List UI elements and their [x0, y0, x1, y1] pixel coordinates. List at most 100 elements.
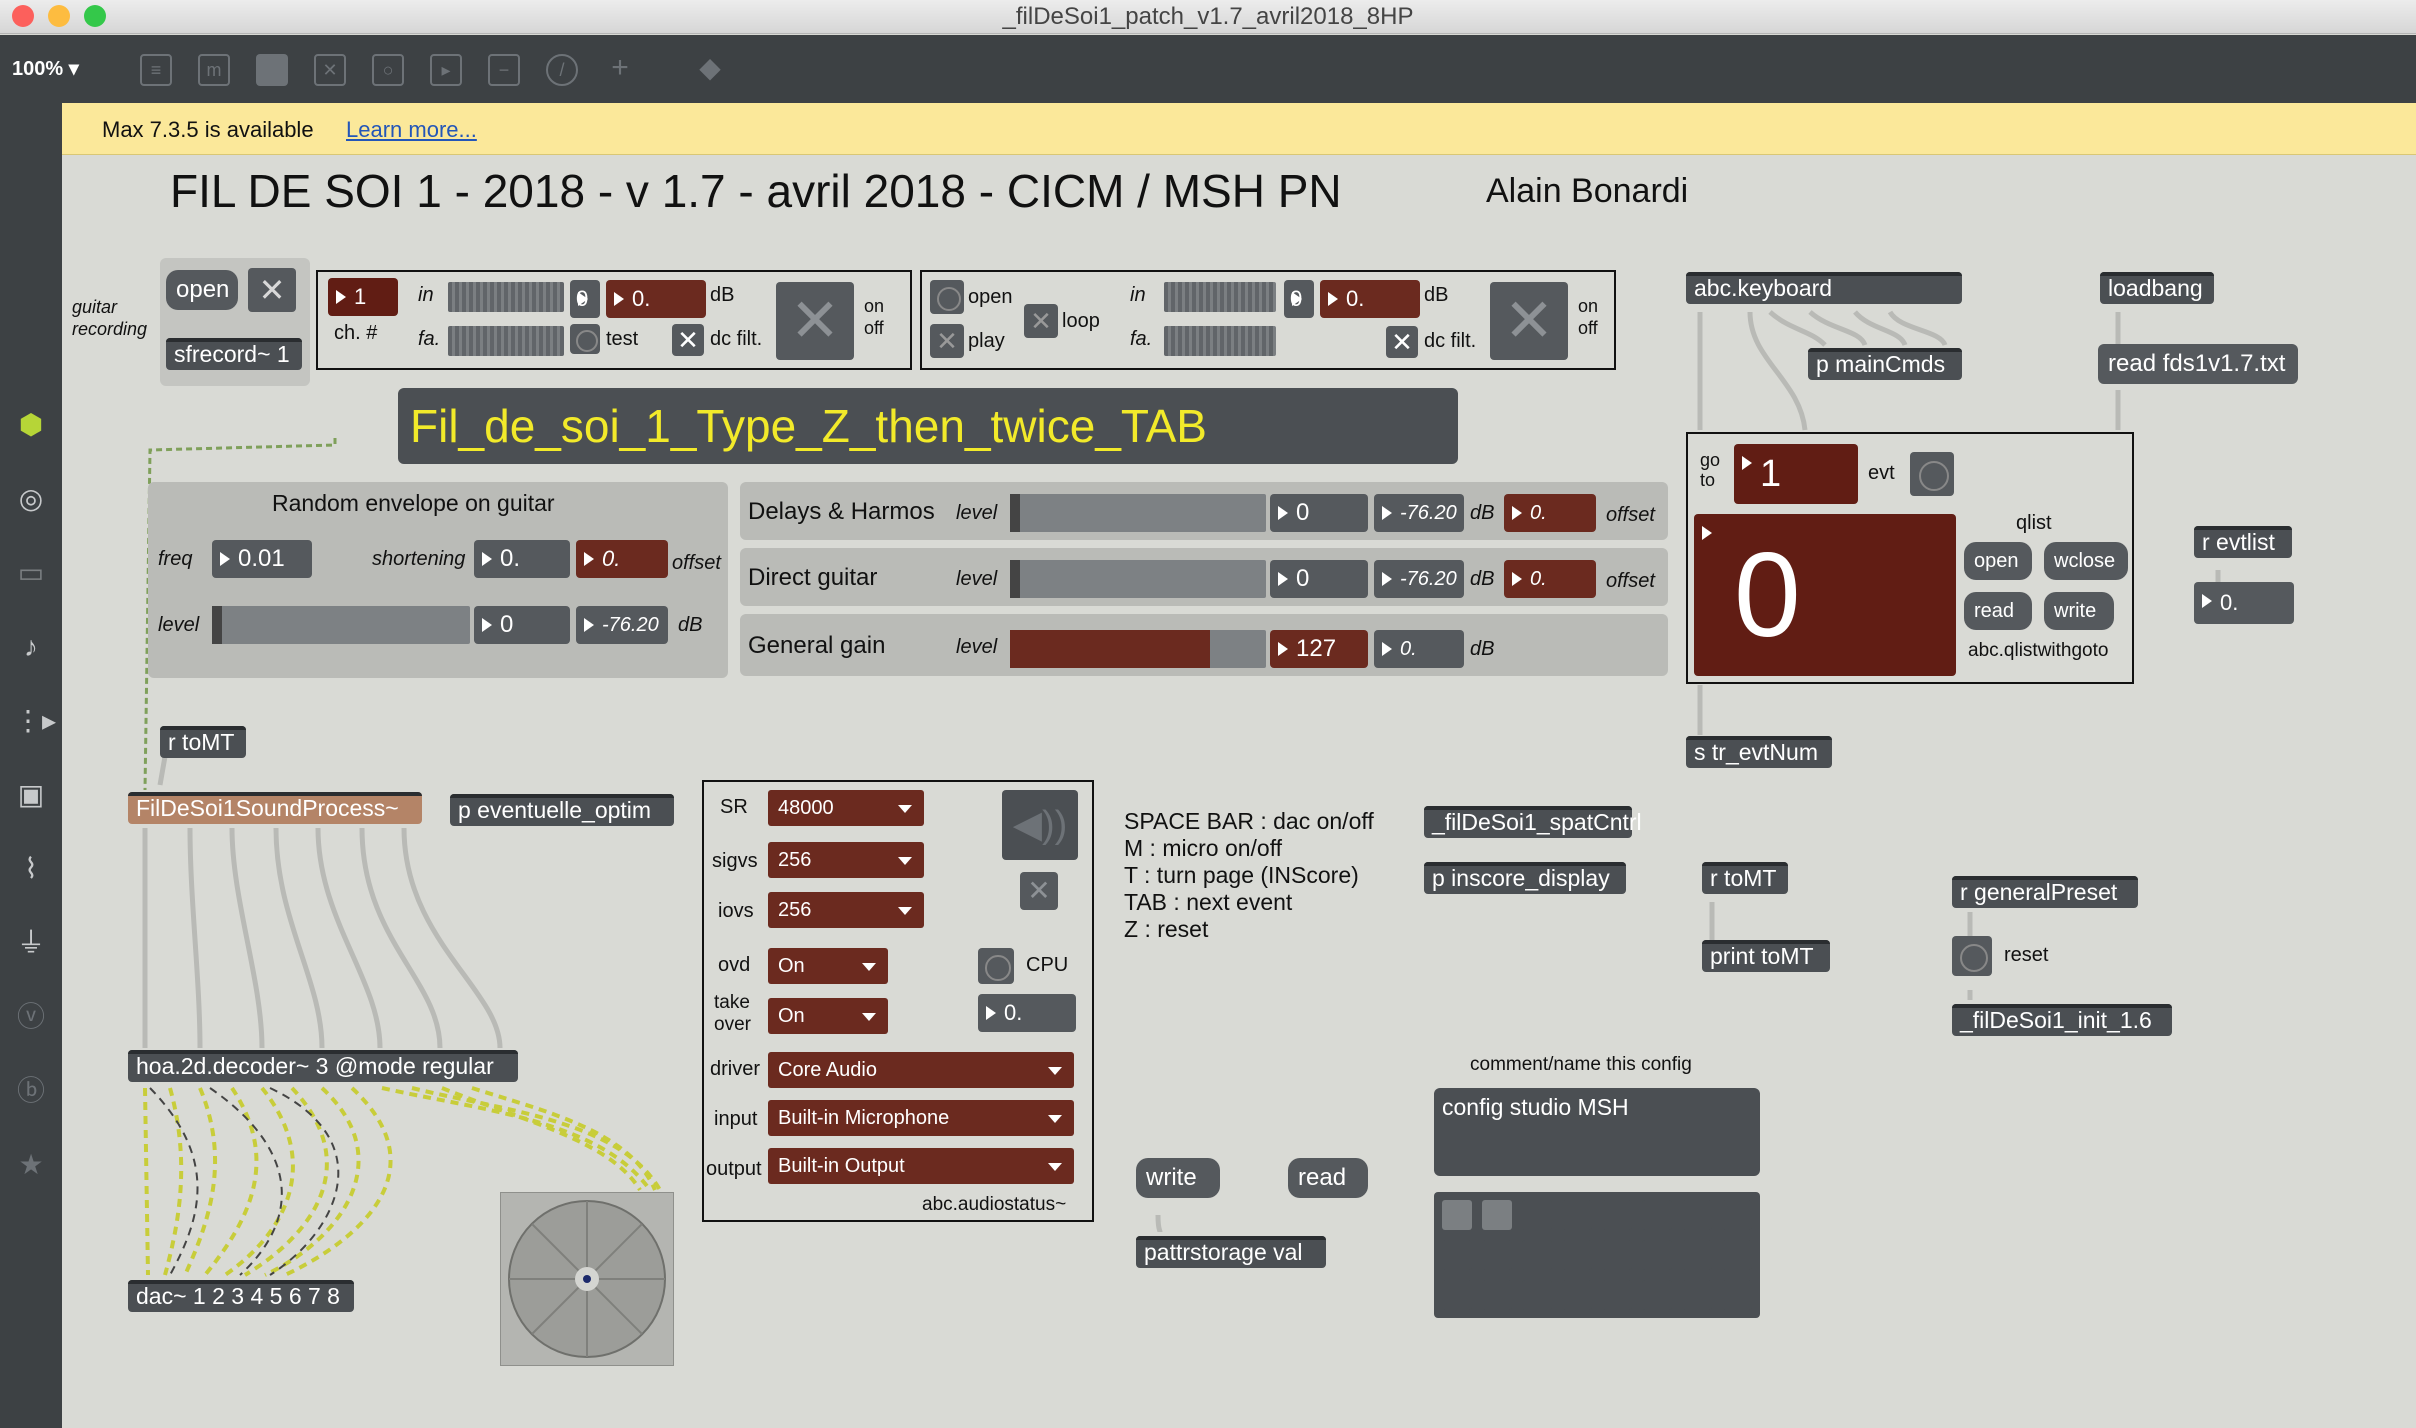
open-file-bang[interactable] — [930, 280, 964, 314]
channel-number[interactable]: 1 — [328, 278, 398, 316]
hoa-decoder-object[interactable]: hoa.2d.decoder~ 3 @mode regular — [128, 1050, 518, 1082]
send-evtnum-object[interactable]: s tr_evtNum — [1686, 736, 1832, 768]
preset-slot[interactable] — [1562, 1200, 1592, 1230]
audio-toggle[interactable]: ✕ — [1020, 872, 1058, 910]
preset-slot[interactable] — [1442, 1280, 1472, 1310]
file-input-zero[interactable]: 0 — [1284, 280, 1314, 318]
print-tomt-object[interactable]: print toMT — [1702, 940, 1830, 972]
receive-tomt-object[interactable]: r toMT — [160, 726, 246, 758]
direct-level-number[interactable]: 0 — [1270, 560, 1368, 598]
sound-process-object[interactable]: FilDeSoi1SoundProcess~ — [128, 792, 422, 824]
record-toggle[interactable]: ✕ — [248, 268, 296, 312]
init-object[interactable]: _filDeSoi1_init_1.6 — [1952, 1004, 2172, 1036]
qlist-write-message[interactable]: write — [2044, 592, 2114, 630]
preset-slot[interactable] — [1642, 1280, 1672, 1310]
preset-slot[interactable] — [1642, 1240, 1672, 1270]
delays-level-slider[interactable] — [1010, 494, 1266, 532]
preset-slot[interactable] — [1682, 1240, 1712, 1270]
read-fds-message[interactable]: read fds1v1.7.txt — [2098, 344, 2298, 384]
sample-rate-menu[interactable]: 48000 — [768, 790, 924, 826]
driver-menu[interactable]: Core Audio — [768, 1052, 1074, 1088]
general-gain-number[interactable]: 127 — [1270, 630, 1368, 668]
open-recording-button[interactable]: open — [166, 270, 238, 310]
preset-slot[interactable] — [1682, 1200, 1712, 1230]
general-db-number[interactable]: 0. — [1374, 630, 1464, 668]
direct-db-number[interactable]: -76.20 — [1374, 560, 1464, 598]
takeover-menu[interactable]: On — [768, 998, 888, 1034]
preset-slot[interactable] — [1522, 1240, 1552, 1270]
envelope-level-number[interactable]: 0 — [474, 606, 570, 644]
preset-slot[interactable] — [1562, 1240, 1592, 1270]
preset-slot[interactable] — [1482, 1280, 1512, 1310]
preset-slot[interactable] — [1602, 1280, 1632, 1310]
receive-tomt-object-2[interactable]: r toMT — [1702, 862, 1788, 894]
dac-object[interactable]: dac~ 1 2 3 4 5 6 7 8 — [128, 1280, 354, 1312]
preset-slot[interactable] — [1482, 1240, 1512, 1270]
spatcntrl-object[interactable]: _filDeSoi1_spatCntrl — [1424, 806, 1642, 838]
pattrstorage-object[interactable]: pattrstorage val — [1136, 1236, 1326, 1268]
delays-level-number[interactable]: 0 — [1270, 494, 1368, 532]
cpu-bang[interactable] — [978, 948, 1014, 984]
delays-offset-number[interactable]: 0. — [1504, 494, 1596, 532]
preset-slot[interactable] — [1442, 1240, 1472, 1270]
dac-toggle[interactable]: ◀)) — [1002, 790, 1078, 860]
preset-grid[interactable] — [1434, 1192, 1760, 1318]
preset-slot[interactable] — [1602, 1240, 1632, 1270]
loadbang-object[interactable]: loadbang — [2100, 272, 2214, 304]
evt-bang[interactable] — [1910, 452, 1954, 496]
input-on-off-toggle[interactable]: ✕ — [776, 282, 854, 360]
preset-slot[interactable] — [1642, 1200, 1672, 1230]
preset-slot[interactable] — [1522, 1280, 1552, 1310]
direct-offset-number[interactable]: 0. — [1504, 560, 1596, 598]
freq-number[interactable]: 0.01 — [212, 540, 312, 578]
eventuelle-optim-object[interactable]: p eventuelle_optim — [450, 794, 674, 826]
preset-slot[interactable] — [1722, 1280, 1752, 1310]
input-device-menu[interactable]: Built-in Microphone — [768, 1100, 1074, 1136]
direct-level-slider[interactable] — [1010, 560, 1266, 598]
input-zero[interactable]: 0 — [570, 280, 600, 318]
event-number-display[interactable]: 0 — [1694, 514, 1956, 676]
iovs-menu[interactable]: 256 — [768, 892, 924, 928]
qlist-wclose-message[interactable]: wclose — [2044, 542, 2128, 580]
config-name-field[interactable]: config studio MSH — [1434, 1088, 1760, 1176]
output-device-menu[interactable]: Built-in Output — [768, 1148, 1074, 1184]
preset-slot[interactable] — [1722, 1200, 1752, 1230]
reset-bang[interactable] — [1952, 936, 1992, 976]
shortening-number[interactable]: 0. — [474, 540, 570, 578]
qlist-open-message[interactable]: open — [1964, 542, 2032, 580]
file-db-number[interactable]: 0. — [1320, 280, 1420, 318]
file-on-off-toggle[interactable]: ✕ — [1490, 282, 1568, 360]
cpu-number[interactable]: 0. — [978, 994, 1076, 1032]
play-toggle[interactable]: ✕ — [930, 324, 964, 358]
receive-general-preset-object[interactable]: r generalPreset — [1952, 876, 2138, 908]
file-dc-filter-toggle[interactable]: ✕ — [1386, 326, 1418, 358]
preset-slot[interactable] — [1442, 1200, 1472, 1230]
preset-slot[interactable] — [1562, 1280, 1592, 1310]
envelope-offset-number[interactable]: 0. — [576, 540, 668, 578]
write-message[interactable]: write — [1136, 1158, 1220, 1198]
test-bang[interactable] — [570, 324, 600, 354]
loop-toggle[interactable]: ✕ — [1024, 304, 1058, 338]
sigvs-menu[interactable]: 256 — [768, 842, 924, 878]
abc-keyboard-object[interactable]: abc.keyboard — [1686, 272, 1962, 304]
sfrecord-object[interactable]: sfrecord~ 1 — [166, 338, 302, 370]
delays-db-number[interactable]: -76.20 — [1374, 494, 1464, 532]
qlist-read-message[interactable]: read — [1964, 592, 2032, 630]
general-gain-slider[interactable] — [1010, 630, 1266, 668]
evtlist-number[interactable]: 0. — [2194, 582, 2294, 624]
dc-filter-toggle[interactable]: ✕ — [672, 324, 704, 356]
receive-evtlist-object[interactable]: r evtlist — [2194, 526, 2292, 558]
preset-slot[interactable] — [1722, 1240, 1752, 1270]
preset-slot[interactable] — [1522, 1200, 1552, 1230]
envelope-level-slider[interactable] — [212, 606, 470, 644]
read-message[interactable]: read — [1288, 1158, 1368, 1198]
envelope-db-number[interactable]: -76.20 — [576, 606, 668, 644]
inscore-display-object[interactable]: p inscore_display — [1424, 862, 1626, 894]
input-db-number[interactable]: 0. — [606, 280, 706, 318]
preset-slot[interactable] — [1482, 1200, 1512, 1230]
main-cmds-object[interactable]: p mainCmds — [1808, 348, 1962, 380]
goto-number[interactable]: 1 — [1734, 444, 1858, 504]
preset-slot[interactable] — [1682, 1280, 1712, 1310]
overdrive-menu[interactable]: On — [768, 948, 888, 984]
preset-slot[interactable] — [1602, 1200, 1632, 1230]
